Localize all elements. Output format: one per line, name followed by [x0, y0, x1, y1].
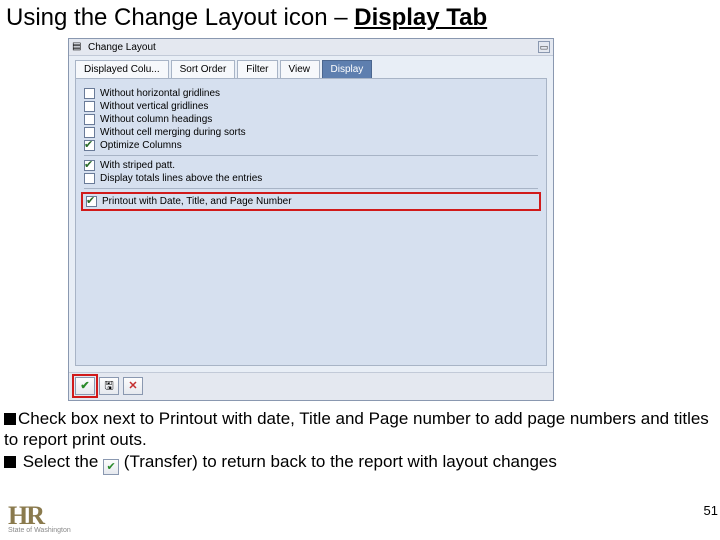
option-label: Optimize Columns: [100, 140, 182, 151]
option-printout-date-title-page[interactable]: Printout with Date, Title, and Page Numb…: [86, 195, 536, 208]
check-icon: ✔: [80, 380, 89, 392]
option-striped-pattern[interactable]: With striped patt.: [84, 159, 538, 172]
tab-filter[interactable]: Filter: [237, 60, 277, 78]
dialog-title: Change Layout: [88, 42, 156, 53]
instruction-2-text-b: (Transfer) to return back to the report …: [124, 452, 557, 471]
bullet-icon: [4, 413, 16, 425]
close-icon: ✕: [128, 380, 137, 392]
instruction-2: Select the ✔ (Transfer) to return back t…: [4, 451, 716, 475]
tabstrip: Displayed Colu... Sort Order Filter View…: [69, 56, 553, 78]
change-layout-dialog: ▤ Change Layout ▭ Displayed Colu... Sort…: [68, 38, 554, 401]
option-without-vertical-gridlines[interactable]: Without vertical gridlines: [84, 100, 538, 113]
option-label: Display totals lines above the entries: [100, 173, 262, 184]
checkbox-icon[interactable]: [84, 101, 95, 112]
divider: [84, 188, 538, 189]
option-label: With striped patt.: [100, 160, 175, 171]
tab-displayed-columns[interactable]: Displayed Colu...: [75, 60, 169, 78]
slide-title-emph: Display Tab: [354, 4, 487, 31]
checkbox-icon[interactable]: [84, 114, 95, 125]
cancel-button[interactable]: ✕: [123, 377, 143, 395]
instruction-2-text-a: Select the: [18, 452, 103, 471]
save-icon: 🖫: [104, 380, 113, 392]
instruction-1: Check box next to Printout with date, Ti…: [4, 408, 716, 451]
dialog-titlebar: ▤ Change Layout ▭: [69, 39, 553, 56]
dialog-icon: ▤: [72, 41, 84, 53]
dialog-close-button[interactable]: ▭: [538, 41, 550, 53]
checkbox-icon[interactable]: [86, 196, 97, 207]
checkbox-icon[interactable]: [84, 173, 95, 184]
save-layout-button[interactable]: 🖫: [99, 377, 119, 395]
page-number: 51: [704, 503, 718, 518]
tab-sort-order[interactable]: Sort Order: [171, 60, 236, 78]
option-without-horizontal-gridlines[interactable]: Without horizontal gridlines: [84, 87, 538, 100]
option-label: Without cell merging during sorts: [100, 127, 246, 138]
dialog-button-bar: ✔ 🖫 ✕: [69, 372, 553, 400]
option-label: Printout with Date, Title, and Page Numb…: [102, 196, 292, 207]
highlighted-option-printout: Printout with Date, Title, and Page Numb…: [81, 192, 541, 211]
divider: [84, 155, 538, 156]
footer-logo: HR State of Washington: [8, 501, 71, 534]
instructions-block: Check box next to Printout with date, Ti…: [4, 408, 716, 475]
display-tab-pane: Without horizontal gridlines Without ver…: [75, 78, 547, 366]
transfer-icon: ✔: [103, 459, 119, 475]
logo-subtext: State of Washington: [8, 527, 71, 534]
slide-title-prefix: Using the Change Layout icon –: [6, 4, 354, 31]
instruction-1-text: Check box next to Printout with date, Ti…: [4, 409, 709, 449]
checkbox-icon[interactable]: [84, 140, 95, 151]
slide-title: Using the Change Layout icon – Display T…: [0, 0, 720, 40]
option-optimize-columns[interactable]: Optimize Columns: [84, 139, 538, 152]
option-without-cell-merging[interactable]: Without cell merging during sorts: [84, 126, 538, 139]
transfer-button[interactable]: ✔: [75, 377, 95, 395]
checkbox-icon[interactable]: [84, 127, 95, 138]
checkbox-icon[interactable]: [84, 160, 95, 171]
checkbox-icon[interactable]: [84, 88, 95, 99]
option-label: Without vertical gridlines: [100, 101, 208, 112]
option-label: Without column headings: [100, 114, 212, 125]
tab-display[interactable]: Display: [322, 60, 373, 78]
bullet-icon: [4, 456, 16, 468]
option-totals-above-entries[interactable]: Display totals lines above the entries: [84, 172, 538, 185]
option-without-column-headings[interactable]: Without column headings: [84, 113, 538, 126]
tab-view[interactable]: View: [280, 60, 320, 78]
option-label: Without horizontal gridlines: [100, 88, 220, 99]
